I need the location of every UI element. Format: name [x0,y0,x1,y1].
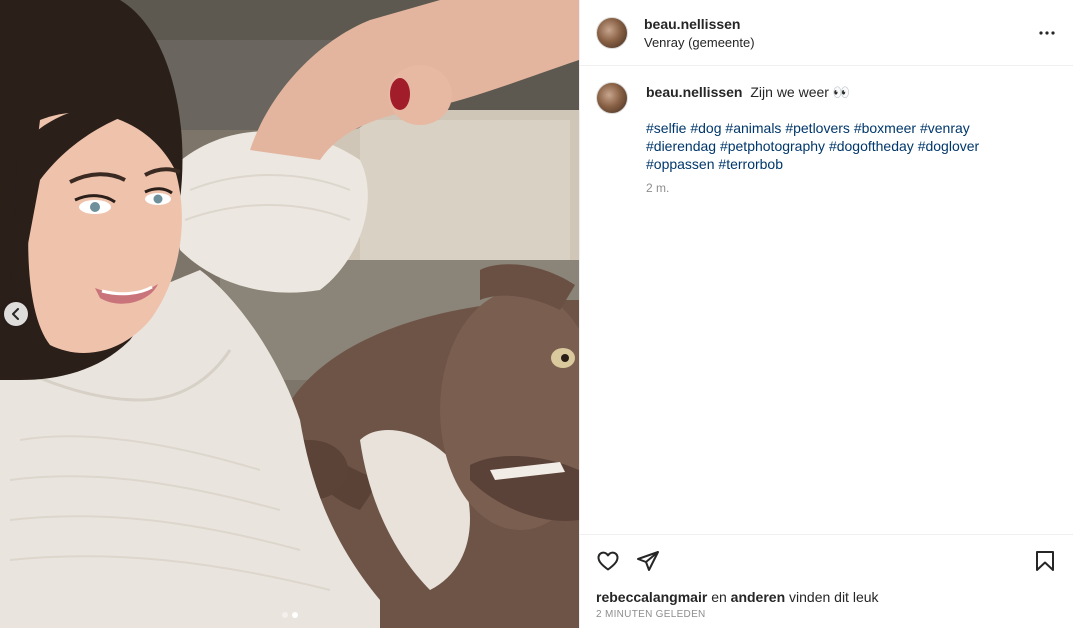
bookmark-icon [1036,551,1054,571]
carousel-prev-button[interactable] [4,302,28,326]
post-header: beau.nellissen Venray (gemeente) [580,0,1073,66]
chevron-left-icon [12,308,19,320]
hashtag-link[interactable]: #dog [690,120,721,136]
author-info: beau.nellissen Venray (gemeente) [644,16,1035,50]
hashtag-link[interactable]: #animals [725,120,781,136]
more-options-icon [1039,30,1055,35]
caption-avatar[interactable] [596,82,628,114]
caption-timestamp[interactable]: 2 m. [646,179,979,197]
likes-connector: en [711,589,727,605]
post-caption: beau.nellissen Zijn we weer 👀 #selfie #d… [596,82,1057,197]
save-button[interactable] [1025,545,1057,577]
carousel-indicator [0,612,579,618]
likes-suffix: vinden dit leuk [789,589,879,605]
hashtag-link[interactable]: #petlovers [785,120,850,136]
post-date[interactable]: 2 MINUTEN GELEDEN [596,609,1057,620]
hashtag-link[interactable]: #selfie [646,120,686,136]
hashtag-link[interactable]: #doglover [918,138,980,154]
hashtag-link[interactable]: #venray [920,120,970,136]
author-avatar[interactable] [596,16,628,49]
post-dialog: beau.nellissen Venray (gemeente) beau.ne… [0,0,1073,628]
post-side-panel: beau.nellissen Venray (gemeente) beau.ne… [579,0,1073,628]
heart-icon [597,551,619,571]
post-location[interactable]: Venray (gemeente) [644,35,1035,50]
hashtag-link[interactable]: #terrorbob [718,156,783,172]
share-button[interactable] [636,545,668,577]
hashtag-link[interactable]: #dogoftheday [829,138,914,154]
caption-username[interactable]: beau.nellissen [646,84,742,100]
carousel-dot-active [291,612,298,618]
caption-line: beau.nellissen Zijn we weer 👀 [646,83,979,101]
liked-by-username[interactable]: rebeccalangmair [596,589,707,605]
author-username[interactable]: beau.nellissen [644,16,1035,32]
hashtag-link[interactable]: #boxmeer [854,120,916,136]
more-options-button[interactable] [1035,21,1059,45]
caption-text: Zijn we weer 👀 [750,84,851,100]
post-media[interactable] [0,0,579,628]
post-actions-area: rebeccalangmair en anderen vinden dit le… [580,534,1073,628]
comments-section: beau.nellissen Zijn we weer 👀 #selfie #d… [580,66,1073,534]
likes-summary: rebeccalangmair en anderen vinden dit le… [596,589,1057,605]
paper-plane-icon [637,551,659,571]
liked-by-others-link[interactable]: anderen [731,589,785,605]
post-photo [0,0,579,628]
action-bar [596,545,1057,577]
carousel-dot [281,612,288,618]
hashtag-link[interactable]: #oppassen [646,156,715,172]
hashtag-link[interactable]: #dierendag [646,138,716,154]
hashtag-link[interactable]: #petphotography [720,138,825,154]
caption-body: beau.nellissen Zijn we weer 👀 #selfie #d… [646,82,979,197]
hashtag-list: #selfie #dog #animals #petlovers #boxmee… [646,119,979,173]
like-button[interactable] [596,545,628,577]
